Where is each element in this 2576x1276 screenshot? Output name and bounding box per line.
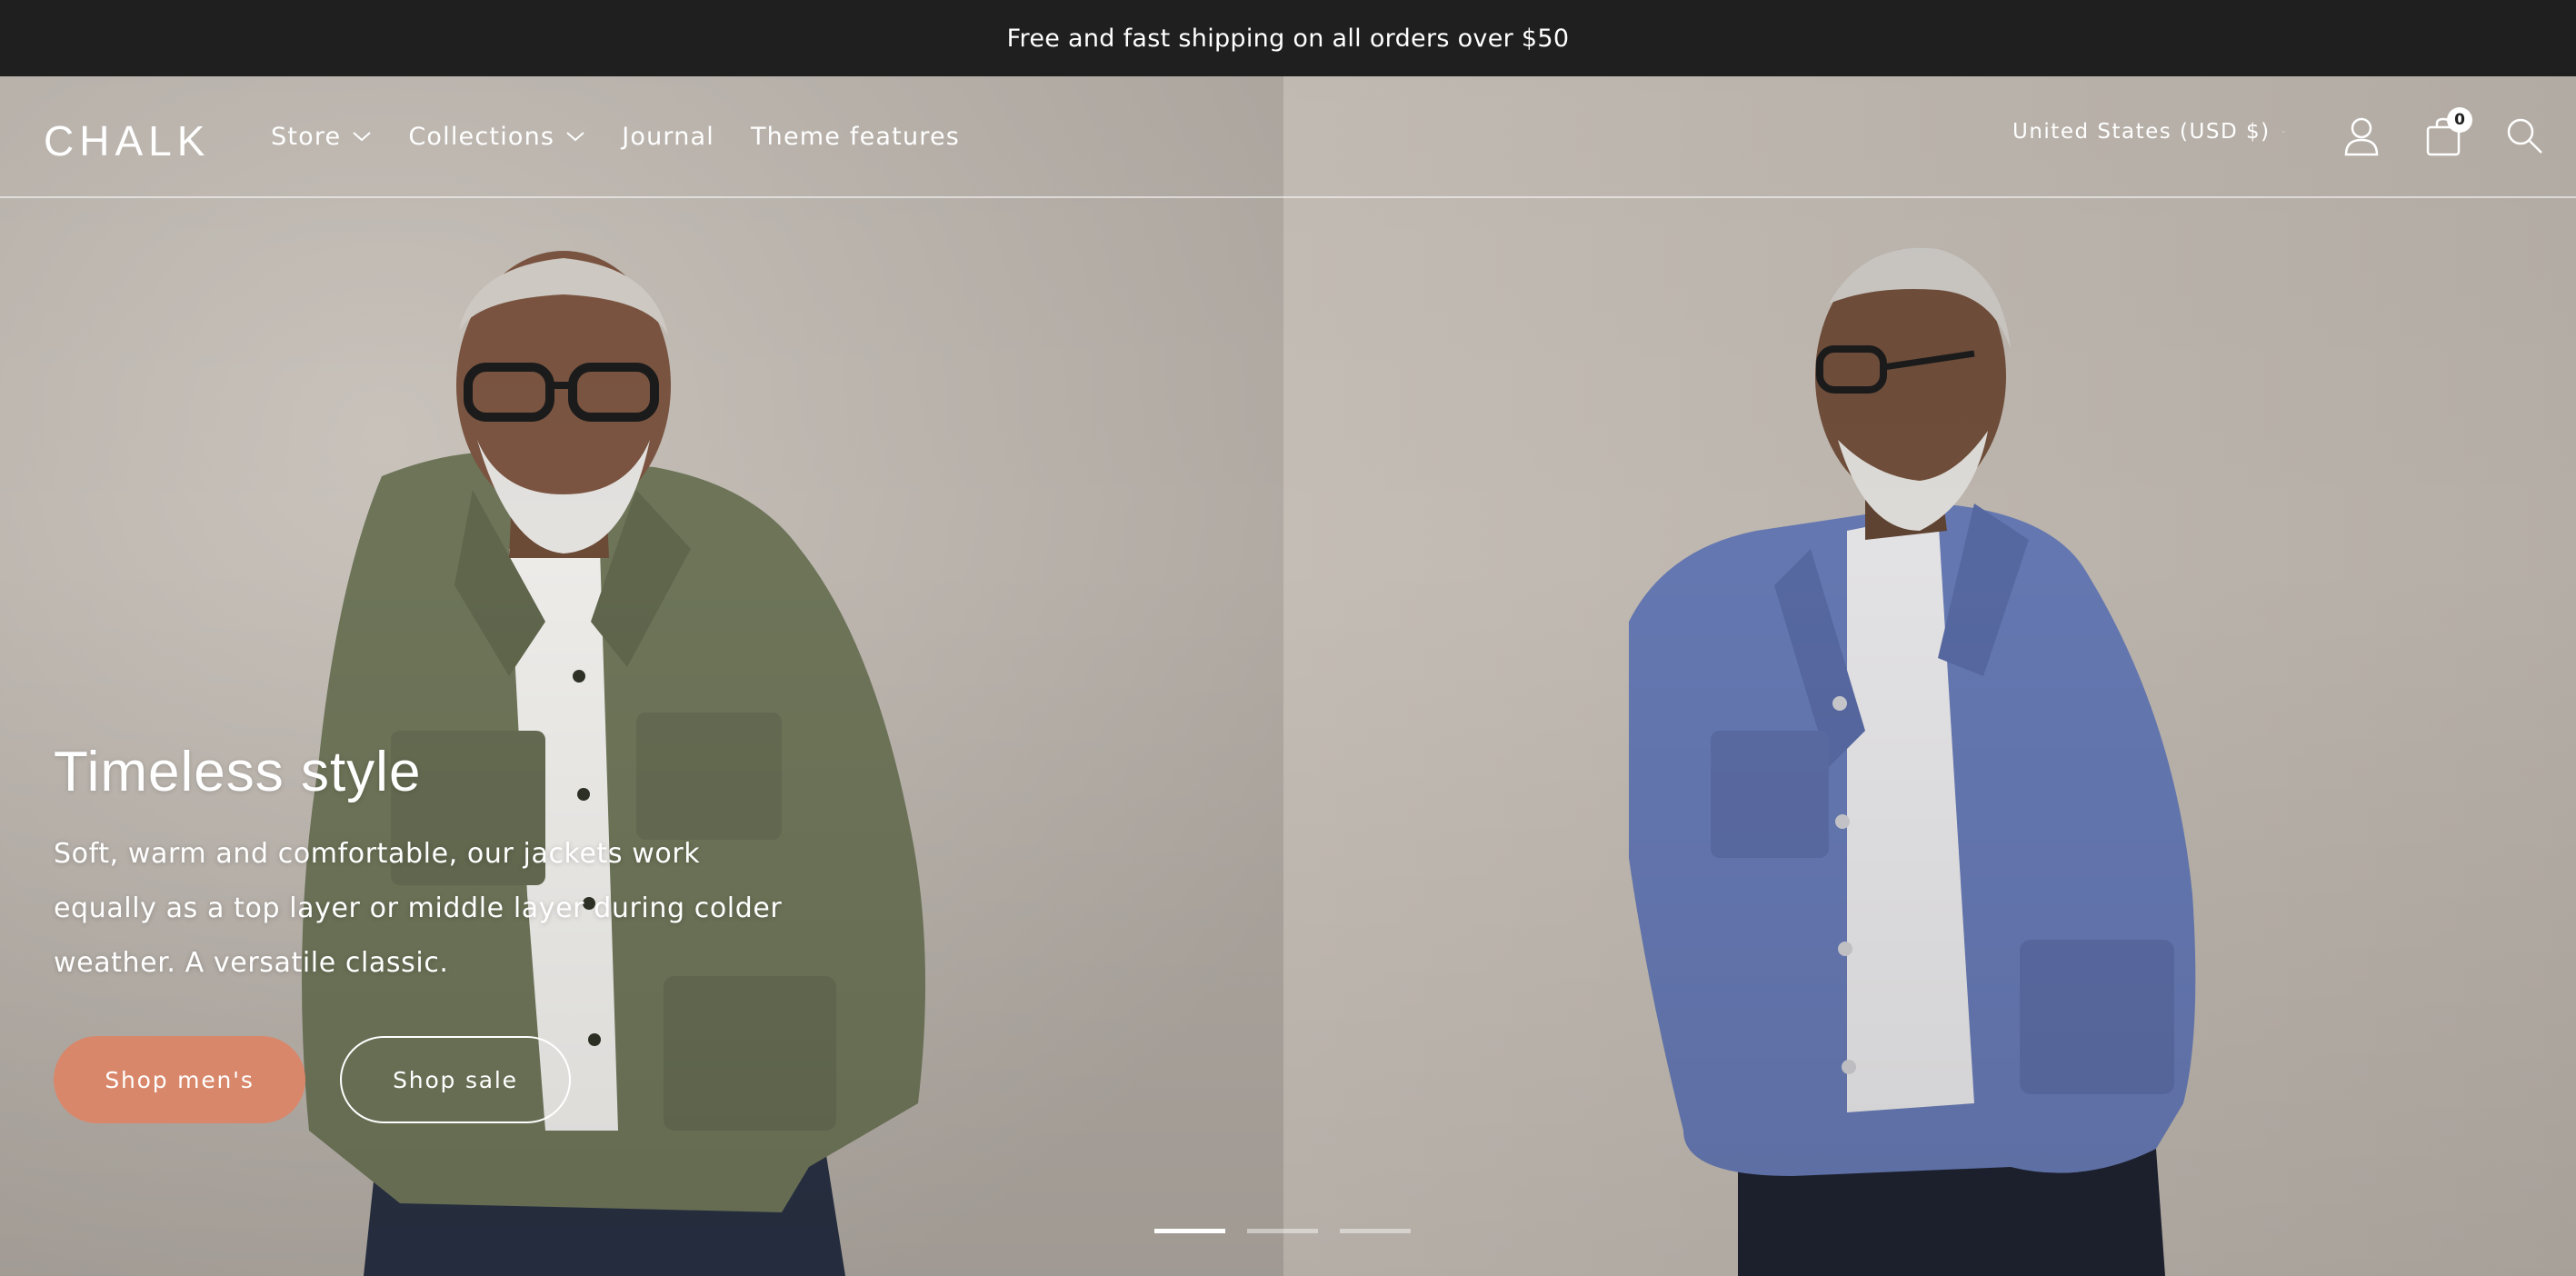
nav-item-label: Store [271,122,342,151]
chevron-down-icon [2281,131,2285,134]
nav-item-label: Theme features [750,122,961,151]
hero-content: Timeless style Soft, warm and comfortabl… [54,738,835,1123]
announcement-bar: Free and fast shipping on all orders ove… [0,0,2576,76]
slideshow-pagination [1154,1229,1411,1233]
chevron-down-icon [353,132,372,142]
cart-button[interactable]: 0 [2425,107,2472,156]
nav-item-label: Collections [408,122,555,151]
account-button[interactable] [2343,116,2383,156]
chevron-down-icon [566,132,584,142]
slide-indicator-2[interactable] [1247,1229,1318,1233]
cart-count-badge: 0 [2447,107,2472,133]
main-nav: Store Collections Journal Theme features [271,118,996,155]
hero-description: Soft, warm and comfortable, our jackets … [54,838,783,979]
country-selector[interactable]: United States (USD $) [2012,120,2285,144]
logo[interactable]: CHALK [44,116,210,165]
site-header: CHALK Store Collections Journal Theme fe… [0,76,2576,198]
shop-mens-button[interactable]: Shop men's [54,1036,305,1123]
shop-sale-button[interactable]: Shop sale [340,1036,571,1123]
account-icon [2344,117,2379,156]
slide-indicator-1[interactable] [1154,1229,1225,1233]
search-button[interactable] [2505,116,2545,156]
announcement-text: Free and fast shipping on all orders ove… [1006,24,1570,53]
hero-image-right [1283,76,2576,1276]
search-icon [2507,118,2542,154]
slide-indicator-3[interactable] [1340,1229,1411,1233]
hero-buttons: Shop men's Shop sale [54,1036,835,1123]
country-selector-label: United States (USD $) [2012,120,2271,144]
nav-item-store[interactable]: Store [271,118,372,155]
page: Free and fast shipping on all orders ove… [0,0,2576,1276]
nav-item-label: Journal [622,122,714,151]
nav-item-journal[interactable]: Journal [622,118,714,155]
nav-item-theme-features[interactable]: Theme features [751,118,960,155]
hero-title: Timeless style [54,741,422,803]
man-blue-jacket-image [1283,76,2576,1276]
nav-item-collections[interactable]: Collections [408,118,585,155]
